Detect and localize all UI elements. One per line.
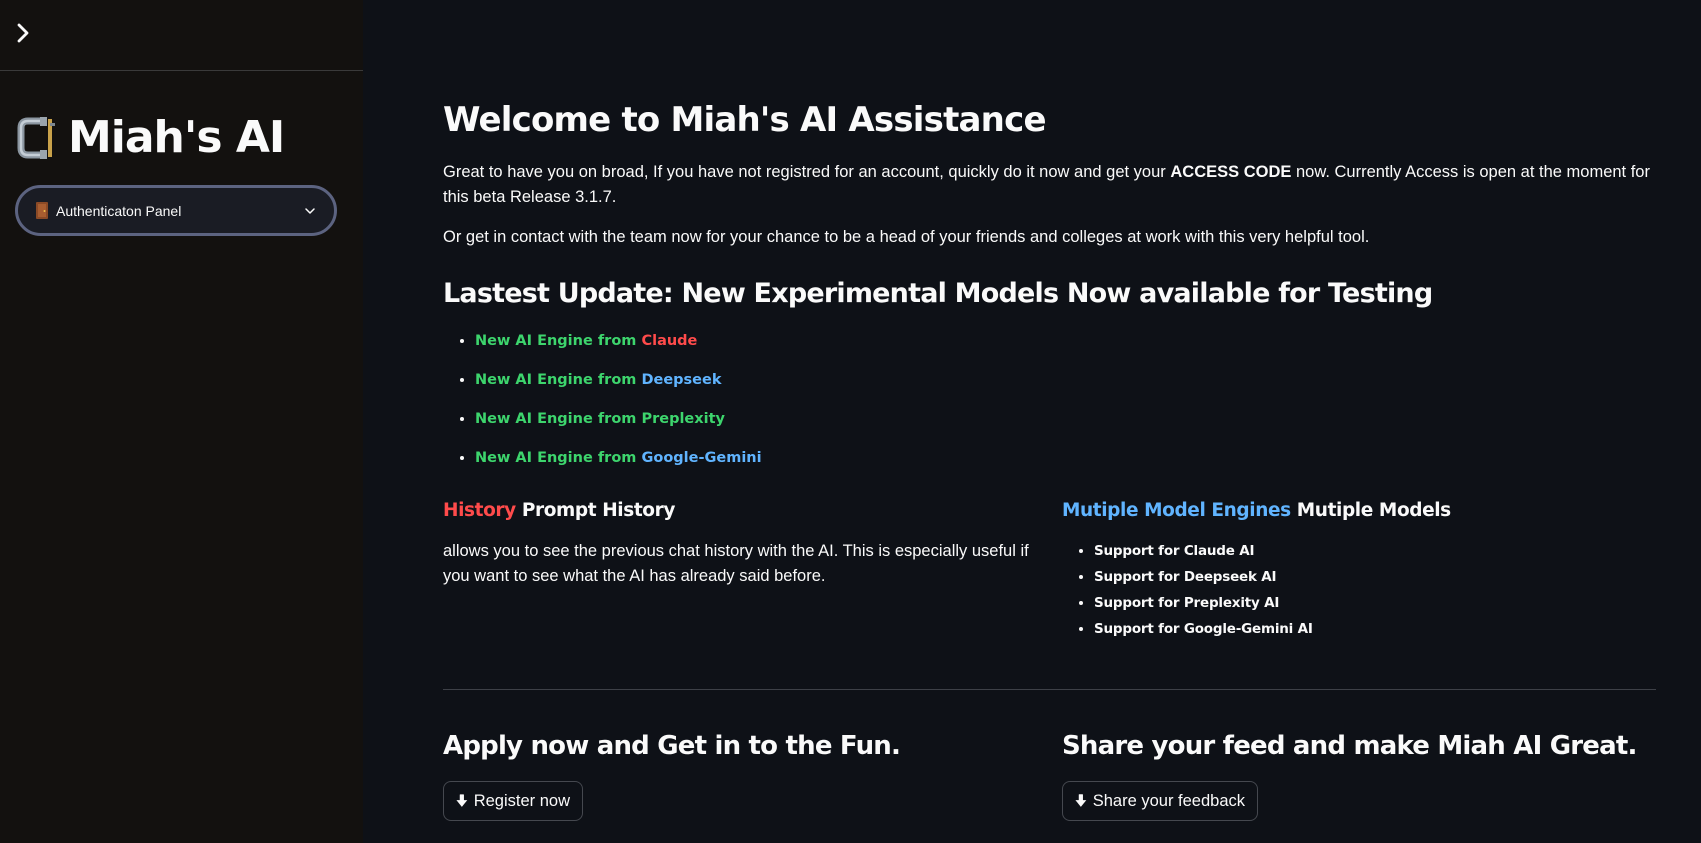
divider bbox=[443, 689, 1656, 690]
brand: Miah's AI bbox=[16, 112, 285, 163]
authentication-panel-select[interactable]: Authenticaton Panel bbox=[15, 185, 337, 236]
chevron-right-icon[interactable] bbox=[12, 22, 34, 44]
engine-name: Claude bbox=[641, 333, 698, 349]
select-label: Authenticaton Panel bbox=[56, 202, 182, 219]
contact-paragraph: Or get in contact with the team now for … bbox=[443, 228, 1370, 246]
download-arrow-icon bbox=[456, 794, 468, 807]
list-item: New AI Engine from Claude bbox=[475, 330, 762, 369]
models-support-list: Support for Claude AI Support for Deepse… bbox=[1062, 540, 1313, 644]
intro-paragraph: Great to have you on broad, If you have … bbox=[443, 160, 1658, 210]
list-item: Support for Preplexity AI bbox=[1094, 592, 1313, 618]
register-button-label: Register now bbox=[473, 791, 570, 810]
engine-name: Google-Gemini bbox=[641, 450, 762, 466]
intro-text-start: Great to have you on broad, If you have … bbox=[443, 163, 1171, 181]
download-arrow-icon bbox=[1075, 794, 1087, 807]
list-item: Support for Google-Gemini AI bbox=[1094, 618, 1313, 644]
list-item: New AI Engine from Preplexity bbox=[475, 408, 762, 447]
models-tag: Mutiple Model Engines bbox=[1062, 500, 1291, 521]
history-heading: History Prompt History bbox=[443, 500, 675, 521]
models-title: Mutiple Models bbox=[1296, 500, 1451, 521]
share-feedback-button[interactable]: Share your feedback bbox=[1062, 781, 1258, 821]
clamp-icon bbox=[17, 116, 55, 159]
history-tag: History bbox=[443, 500, 516, 521]
history-title: Prompt History bbox=[521, 500, 676, 521]
share-feedback-button-label: Share your feedback bbox=[1092, 791, 1245, 810]
sidebar-header bbox=[0, 0, 363, 71]
list-item: Support for Claude AI bbox=[1094, 540, 1313, 566]
share-title: Share your feed and make Miah AI Great. bbox=[1062, 731, 1637, 761]
chevron-down-icon bbox=[305, 207, 315, 214]
engine-name: Preplexity bbox=[641, 411, 725, 427]
history-description: allows you to see the previous chat hist… bbox=[443, 542, 1029, 585]
list-item: Support for Deepseek AI bbox=[1094, 566, 1313, 592]
register-button[interactable]: Register now bbox=[443, 781, 583, 821]
list-item: New AI Engine from Google-Gemini bbox=[475, 447, 762, 486]
engine-list: New AI Engine from Claude New AI Engine … bbox=[443, 330, 762, 486]
brand-title: Miah's AI bbox=[68, 112, 285, 163]
models-heading: Mutiple Model Engines Mutiple Models bbox=[1062, 500, 1451, 521]
sidebar: Miah's AI Authenticaton Panel bbox=[0, 0, 363, 843]
welcome-title: Welcome to Miah's AI Assistance bbox=[443, 100, 1047, 140]
apply-title: Apply now and Get in to the Fun. bbox=[443, 731, 901, 761]
access-code-text: ACCESS CODE bbox=[1170, 163, 1292, 181]
list-item: New AI Engine from Deepseek bbox=[475, 369, 762, 408]
engine-name: Deepseek bbox=[641, 372, 722, 388]
door-icon bbox=[36, 202, 48, 219]
update-title: Lastest Update: New Experimental Models … bbox=[443, 278, 1433, 309]
